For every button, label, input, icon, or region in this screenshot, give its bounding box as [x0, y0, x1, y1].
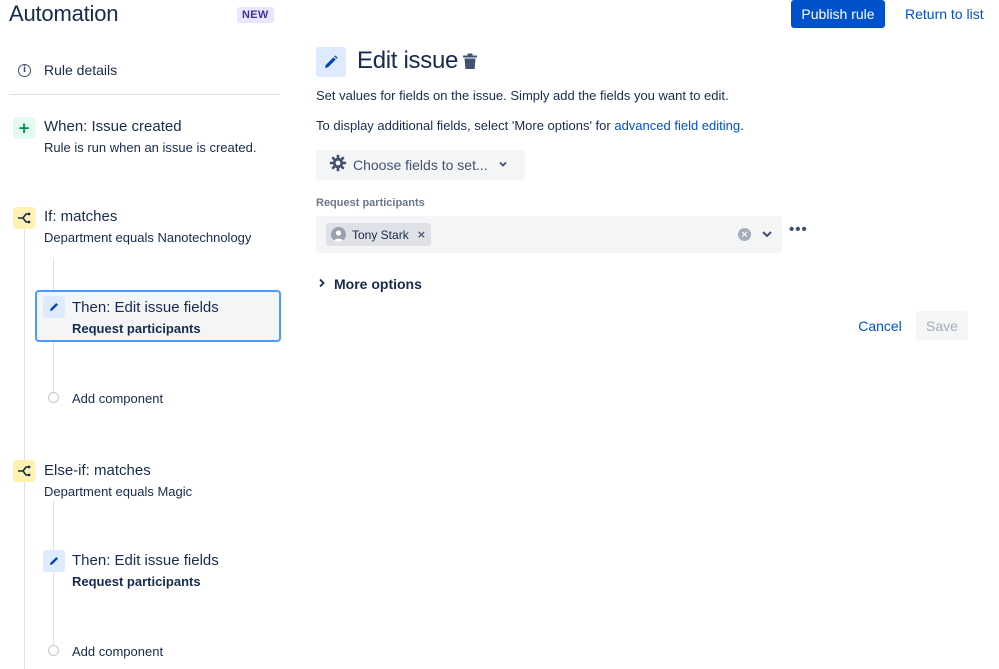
pencil-icon	[316, 47, 346, 77]
description: Set values for fields on the issue. Simp…	[316, 88, 729, 103]
action-title[interactable]: Then: Edit issue fields	[72, 552, 219, 569]
pencil-icon	[43, 550, 65, 572]
action-subtitle: Request participants	[72, 321, 201, 336]
add-component-dot	[48, 645, 59, 656]
choose-fields-button[interactable]: Choose fields to set...	[316, 150, 525, 180]
clear-icon[interactable]: ×	[738, 228, 751, 241]
branch-icon	[13, 460, 35, 482]
rule-details-label: Rule details	[44, 62, 118, 78]
gear-icon	[329, 154, 347, 177]
trigger-subtitle: Rule is run when an issue is created.	[44, 140, 257, 155]
cancel-button[interactable]: Cancel	[850, 311, 910, 340]
avatar	[331, 227, 346, 242]
branch-line	[53, 500, 54, 650]
more-options-toggle[interactable]: More options	[318, 275, 422, 293]
info-icon: i	[18, 63, 31, 77]
publish-rule-button[interactable]: Publish rule	[791, 0, 885, 28]
condition-subtitle: Department equals Nanotechnology	[44, 230, 252, 245]
action-subtitle: Request participants	[72, 574, 201, 589]
description-advanced-prefix: To display additional fields, select 'Mo…	[316, 118, 615, 133]
trash-icon[interactable]	[462, 53, 478, 75]
page-title: Edit issue	[357, 47, 459, 74]
condition-subtitle: Department equals Magic	[44, 484, 193, 499]
chip-label: Tony Stark	[352, 227, 409, 242]
more-options-label: More options	[334, 276, 422, 292]
user-chip: Tony Stark ×	[326, 223, 431, 246]
chevron-right-icon	[318, 275, 326, 293]
chevron-down-icon[interactable]	[760, 227, 774, 246]
more-actions-icon[interactable]: •••	[789, 221, 808, 238]
description-advanced: To display additional fields, select 'Mo…	[316, 118, 744, 133]
description-advanced-suffix: .	[740, 118, 744, 133]
request-participants-field[interactable]: Tony Stark × ×	[316, 216, 782, 253]
plus-icon: +	[13, 117, 35, 139]
add-component-link[interactable]: Add component	[72, 644, 163, 659]
advanced-field-editing-link[interactable]: advanced field editing	[614, 118, 740, 133]
new-badge: NEW	[237, 7, 274, 23]
action-title[interactable]: Then: Edit issue fields	[72, 299, 219, 316]
save-button[interactable]: Save	[916, 311, 968, 340]
condition-title[interactable]: Else-if: matches	[44, 462, 151, 479]
chevron-down-icon	[498, 156, 508, 174]
timeline-line	[24, 228, 25, 669]
add-component-link[interactable]: Add component	[72, 391, 163, 406]
field-label: Request participants	[316, 197, 425, 209]
rule-details-item[interactable]: i Rule details	[18, 62, 117, 78]
condition-title[interactable]: If: matches	[44, 208, 117, 225]
app-title: Automation	[9, 1, 119, 26]
remove-chip-icon[interactable]: ×	[417, 228, 426, 241]
branch-icon	[13, 207, 35, 229]
sidebar-divider	[9, 94, 280, 95]
choose-fields-label: Choose fields to set...	[353, 157, 488, 173]
return-to-list-link[interactable]: Return to list	[905, 6, 984, 22]
trigger-title[interactable]: When: Issue created	[44, 118, 182, 135]
add-component-dot	[48, 392, 59, 403]
pencil-icon	[43, 296, 65, 318]
